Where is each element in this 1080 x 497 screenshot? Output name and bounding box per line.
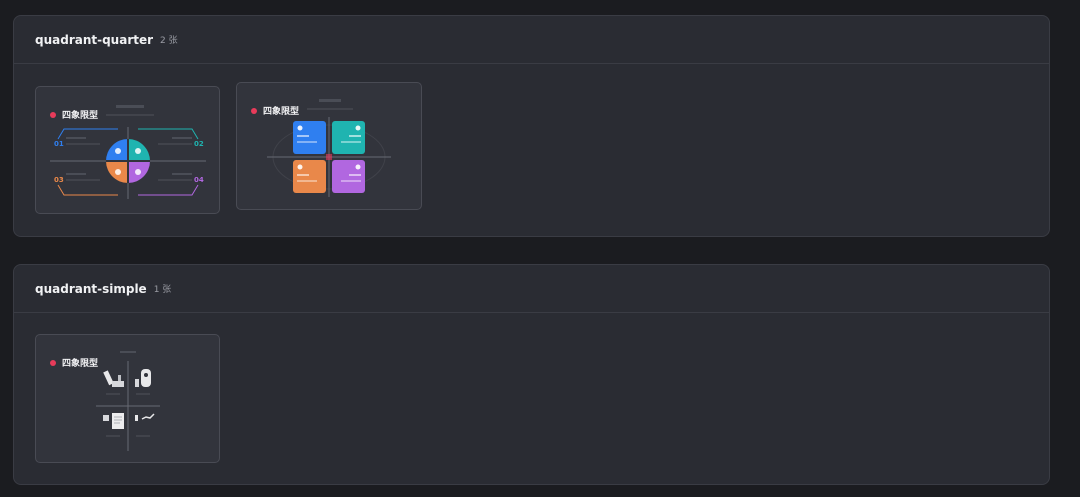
section-header: quadrant-simple 1 张: [14, 265, 1049, 313]
section-count: 2 张: [160, 36, 178, 46]
template-card-quarter-2[interactable]: 四象限型: [236, 82, 422, 210]
image-book-icon: [103, 370, 124, 387]
quadrant-grid-diagram: [267, 99, 391, 197]
bullet-dot: [50, 359, 56, 366]
section-title: quadrant-simple: [35, 281, 147, 296]
number-01: 01: [54, 140, 64, 148]
section-title: quadrant-quarter: [35, 32, 154, 47]
image-chart-icon: [135, 413, 155, 421]
section-header: quadrant-quarter 2 张: [14, 16, 1049, 64]
section-quadrant-quarter: quadrant-quarter 2 张 01 02 03 04 四象限型 四象…: [13, 15, 1050, 237]
card-title-row: 四象限型: [50, 356, 98, 369]
number-03: 03: [54, 176, 64, 184]
card-title: 四象限型: [62, 111, 99, 121]
card-title: 四象限型: [263, 107, 300, 117]
bullet-dot: [50, 111, 56, 118]
image-person-icon: [135, 369, 151, 387]
quadrant-simple-diagram: [96, 351, 160, 451]
number-02: 02: [194, 140, 204, 148]
section-quadrant-simple: quadrant-simple 1 张 四象限型: [13, 264, 1050, 485]
template-card-simple-1[interactable]: 四象限型: [35, 334, 220, 463]
card-title-row: 四象限型: [251, 104, 299, 117]
card-title-row: 四象限型: [50, 108, 98, 121]
card-title: 四象限型: [62, 359, 99, 369]
image-document-icon: [103, 413, 124, 429]
template-card-quarter-1[interactable]: 01 02 03 04 四象限型: [35, 86, 220, 214]
section-count: 1 张: [153, 285, 172, 295]
number-04: 04: [194, 176, 204, 184]
bullet-dot: [251, 107, 257, 114]
quadrant-quarter-diagram: 01 02 03 04: [50, 105, 206, 199]
